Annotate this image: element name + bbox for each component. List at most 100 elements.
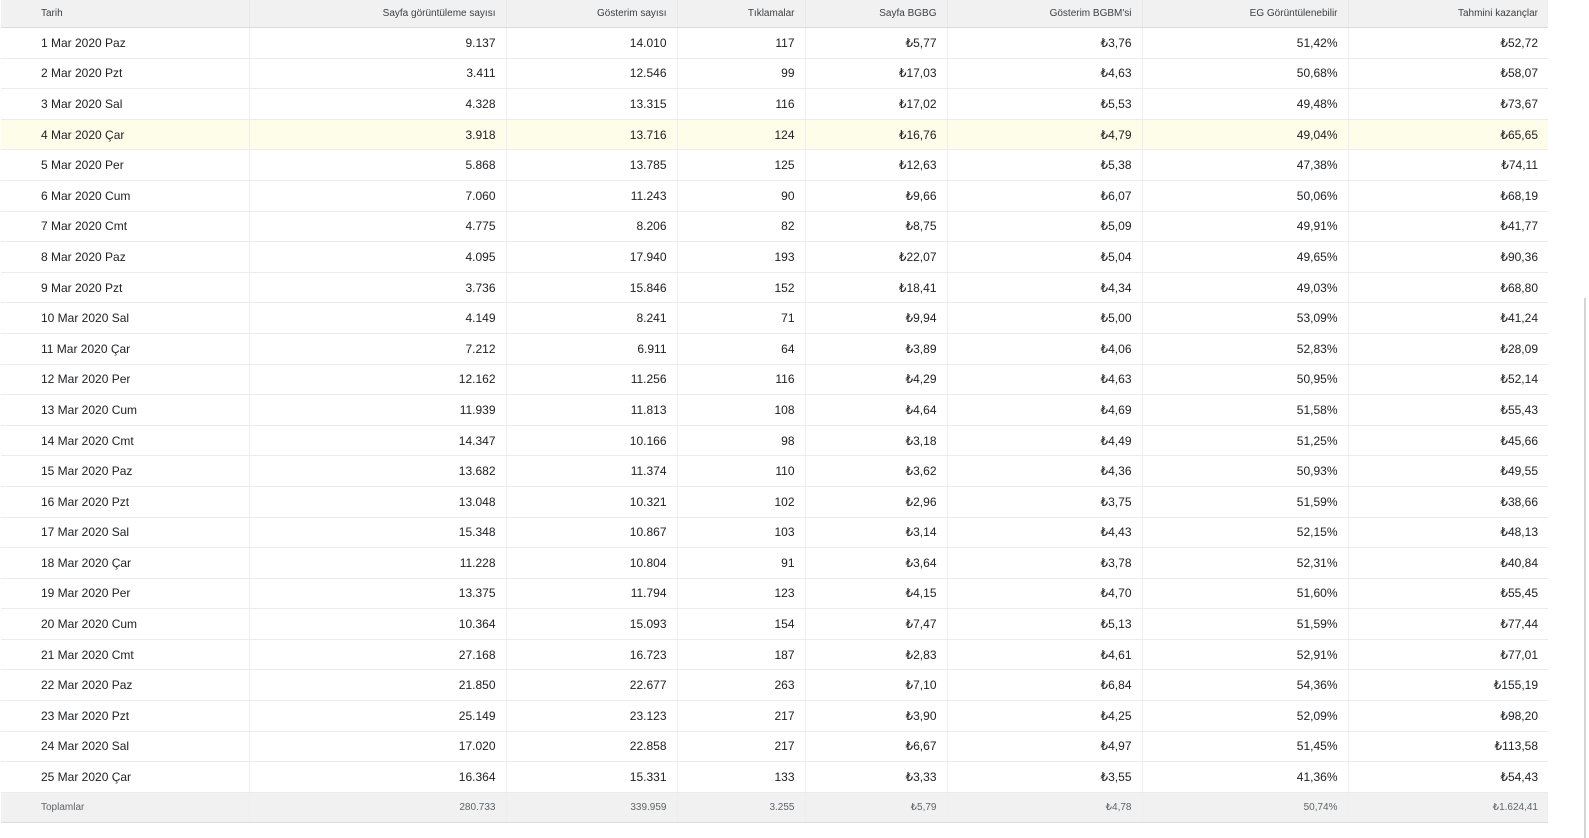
table-row[interactable]: 23 Mar 2020 Pzt 25.149 23.123 217 ₺3,90 ₺4,25… [1, 700, 1548, 732]
table-row[interactable]: 24 Mar 2020 Sal 17.020 22.858 217 ₺6,67 ₺4,97… [1, 731, 1548, 763]
column-header-active-view-viewable[interactable]: EG Görüntülenebilir [1142, 0, 1349, 28]
table-row[interactable]: 5 Mar 2020 Per 5.868 13.785 125 ₺12,63 ₺5,38 4… [1, 149, 1548, 181]
table-row[interactable]: 6 Mar 2020 Cum 7.060 11.243 90 ₺9,66 ₺6,07 50,… [1, 180, 1548, 212]
table-row[interactable]: 7 Mar 2020 Cmt 4.775 8.206 82 ₺8,75 ₺5,09 49,9… [1, 211, 1548, 243]
table-row[interactable]: 14 Mar 2020 Cmt 14.347 10.166 98 ₺3,18 ₺4,49 5… [1, 425, 1548, 457]
column-header-impression-rpm[interactable]: Gösterim BGBM'si [947, 0, 1143, 28]
table-row[interactable]: 13 Mar 2020 Cum 11.939 11.813 108 ₺4,64 ₺4,69… [1, 394, 1548, 426]
cell-page-rpm: ₺5,77 [805, 27, 948, 59]
cell-page-views: 13.682 [249, 455, 507, 487]
cell-date: 3 Mar 2020 Sal [1, 88, 250, 120]
cell-estimated-earnings: ₺55,43 [1348, 394, 1548, 426]
table-row[interactable]: 16 Mar 2020 Pzt 13.048 10.321 102 ₺2,96 ₺3,75… [1, 486, 1548, 518]
cell-clicks: 99 [677, 58, 806, 90]
cell-impression-rpm: ₺3,75 [947, 486, 1143, 518]
table-row[interactable]: 22 Mar 2020 Paz 21.850 22.677 263 ₺7,10 ₺6,84… [1, 669, 1548, 702]
earnings-report-table: Tarih Sayfa görüntüleme sayısı Gösterim sa… [1, 0, 1548, 823]
cell-date: 13 Mar 2020 Cum [1, 394, 250, 426]
cell-active-view-viewable: 50,93% [1142, 455, 1349, 487]
table-row[interactable]: 17 Mar 2020 Sal 15.348 10.867 103 ₺3,14 ₺4,43… [1, 517, 1548, 549]
table-row[interactable]: 25 Mar 2020 Çar 16.364 15.331 133 ₺3,33 ₺3,55… [1, 761, 1548, 793]
table-row[interactable]: 21 Mar 2020 Cmt 27.168 16.723 187 ₺2,83 ₺4,61… [1, 639, 1548, 671]
cell-page-rpm: ₺17,02 [805, 88, 948, 120]
cell-page-rpm: ₺4,29 [805, 364, 948, 396]
table-row[interactable]: 8 Mar 2020 Paz 4.095 17.940 193 ₺22,07 ₺5,04 4… [1, 241, 1548, 273]
column-header-page-views[interactable]: Sayfa görüntüleme sayısı [249, 0, 507, 28]
cell-page-rpm: ₺3,89 [805, 333, 948, 365]
cell-date: 11 Mar 2020 Çar [1, 333, 250, 365]
cell-clicks: 154 [677, 608, 806, 640]
table-row[interactable]: 20 Mar 2020 Cum 10.364 15.093 154 ₺7,47 ₺5,13… [1, 608, 1548, 640]
cell-impressions: 11.374 [506, 455, 678, 487]
cell-clicks: 125 [677, 149, 806, 181]
cell-page-rpm: ₺8,75 [805, 211, 948, 243]
table-row[interactable]: 3 Mar 2020 Sal 4.328 13.315 116 ₺17,02 ₺5,53 4… [1, 88, 1548, 120]
column-header-clicks[interactable]: Tıklamalar [677, 0, 806, 28]
total-impressions: 339.959 [506, 791, 678, 823]
cell-page-rpm: ₺12,63 [805, 149, 948, 181]
column-header-impressions[interactable]: Gösterim sayısı [506, 0, 678, 28]
cell-clicks: 102 [677, 486, 806, 518]
table-row[interactable]: 15 Mar 2020 Paz 13.682 11.374 110 ₺3,62 ₺4,36… [1, 455, 1548, 487]
cell-page-rpm: ₺4,64 [805, 394, 948, 426]
table-row[interactable]: 11 Mar 2020 Çar 7.212 6.911 64 ₺3,89 ₺4,06 52,… [1, 333, 1548, 365]
cell-page-rpm: ₺22,07 [805, 241, 948, 273]
table-row[interactable]: 9 Mar 2020 Pzt 3.736 15.846 152 ₺18,41 ₺4,34 4… [1, 272, 1548, 304]
cell-impression-rpm: ₺5,09 [947, 211, 1143, 243]
cell-page-rpm: ₺3,33 [805, 761, 948, 793]
cell-active-view-viewable: 53,09% [1142, 302, 1349, 334]
table-row[interactable]: 19 Mar 2020 Per 13.375 11.794 123 ₺4,15 ₺4,70… [1, 578, 1548, 610]
cell-page-rpm: ₺16,76 [805, 119, 948, 151]
cell-clicks: 217 [677, 700, 806, 732]
cell-active-view-viewable: 51,25% [1142, 425, 1349, 457]
cell-clicks: 123 [677, 578, 806, 610]
cell-page-views: 4.328 [249, 88, 507, 120]
table-row[interactable]: 4 Mar 2020 Çar 3.918 13.716 124 ₺16,76 ₺4,79 4… [1, 119, 1548, 151]
cell-active-view-viewable: 49,91% [1142, 211, 1349, 243]
cell-impression-rpm: ₺5,00 [947, 302, 1143, 334]
cell-impression-rpm: ₺4,61 [947, 639, 1143, 671]
scrollbar-thumb[interactable] [1584, 298, 1586, 838]
cell-active-view-viewable: 49,65% [1142, 241, 1349, 273]
column-header-date[interactable]: Tarih [1, 0, 250, 28]
cell-clicks: 263 [677, 669, 806, 702]
cell-active-view-viewable: 51,60% [1142, 578, 1349, 610]
cell-page-views: 11.939 [249, 394, 507, 426]
cell-date: 25 Mar 2020 Çar [1, 761, 250, 793]
cell-clicks: 103 [677, 517, 806, 549]
cell-date: 14 Mar 2020 Cmt [1, 425, 250, 457]
table-row[interactable]: 18 Mar 2020 Çar 11.228 10.804 91 ₺3,64 ₺3,78 5… [1, 547, 1548, 579]
table-row[interactable]: 2 Mar 2020 Pzt 3.411 12.546 99 ₺17,03 ₺4,63 50… [1, 58, 1548, 90]
cell-estimated-earnings: ₺45,66 [1348, 425, 1548, 457]
total-estimated-earnings: ₺1.624,41 [1348, 791, 1548, 823]
cell-impressions: 11.813 [506, 394, 678, 426]
cell-impressions: 23.123 [506, 700, 678, 732]
cell-page-views: 16.364 [249, 761, 507, 793]
cell-page-rpm: ₺3,18 [805, 425, 948, 457]
vertical-scrollbar[interactable] [1568, 0, 1589, 838]
cell-impression-rpm: ₺5,13 [947, 608, 1143, 640]
table-row[interactable]: 10 Mar 2020 Sal 4.149 8.241 71 ₺9,94 ₺5,00 53,… [1, 302, 1548, 334]
cell-date: 9 Mar 2020 Pzt [1, 272, 250, 304]
cell-impression-rpm: ₺4,25 [947, 700, 1143, 732]
table-row[interactable]: 1 Mar 2020 Paz 9.137 14.010 117 ₺5,77 ₺3,76 51… [1, 27, 1548, 59]
cell-page-views: 5.868 [249, 149, 507, 181]
cell-active-view-viewable: 52,31% [1142, 547, 1349, 579]
cell-active-view-viewable: 50,95% [1142, 364, 1349, 396]
cell-page-rpm: ₺9,94 [805, 302, 948, 334]
cell-date: 23 Mar 2020 Pzt [1, 700, 250, 732]
cell-impressions: 10.804 [506, 547, 678, 579]
cell-estimated-earnings: ₺55,45 [1348, 578, 1548, 610]
cell-active-view-viewable: 50,68% [1142, 58, 1349, 90]
cell-date: 6 Mar 2020 Cum [1, 180, 250, 212]
cell-clicks: 187 [677, 639, 806, 671]
cell-estimated-earnings: ₺73,67 [1348, 88, 1548, 120]
cell-estimated-earnings: ₺48,13 [1348, 517, 1548, 549]
cell-impression-rpm: ₺6,07 [947, 180, 1143, 212]
column-header-estimated-earnings[interactable]: Tahmini kazançlar [1348, 0, 1548, 28]
column-header-page-rpm[interactable]: Sayfa BGBG [805, 0, 948, 28]
cell-estimated-earnings: ₺113,58 [1348, 731, 1548, 763]
cell-clicks: 217 [677, 731, 806, 763]
cell-estimated-earnings: ₺40,84 [1348, 547, 1548, 579]
table-row[interactable]: 12 Mar 2020 Per 12.162 11.256 116 ₺4,29 ₺4,63… [1, 364, 1548, 396]
